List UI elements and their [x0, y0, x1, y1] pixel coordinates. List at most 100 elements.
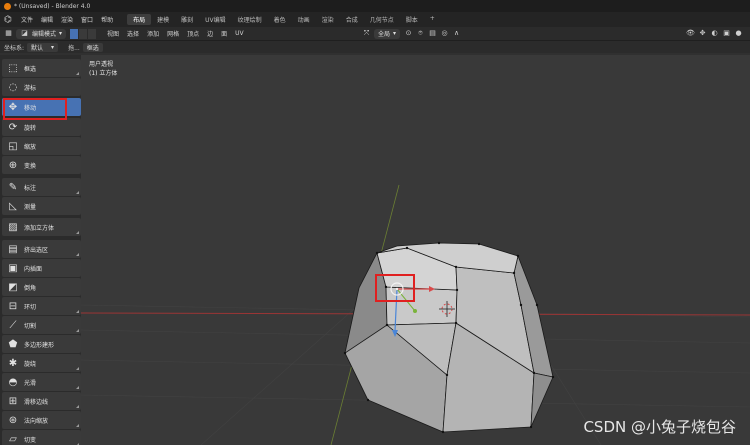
menu-mesh[interactable]: 网格	[163, 29, 183, 38]
tool-poly-build[interactable]: ⬟ 多边形建形	[2, 335, 81, 353]
tool-label: 框选	[24, 65, 37, 73]
snap-icon[interactable]: ⌾	[416, 29, 425, 38]
tool-variants-indicator	[76, 253, 79, 256]
box-select-icon: ⬚	[8, 62, 18, 74]
vertex-select-button[interactable]	[70, 28, 79, 39]
add-cube-icon: ▨	[8, 221, 18, 233]
tool-label: 滑移边线	[24, 398, 49, 406]
tool-measure[interactable]: ◺ 测量	[2, 197, 81, 215]
tool-spin[interactable]: ✱ 旋绕	[2, 354, 81, 372]
tab-animation[interactable]: 动画	[292, 14, 316, 25]
inset-icon: ▣	[8, 262, 18, 274]
drag-value: 框选	[86, 44, 99, 52]
tool-scale[interactable]: ◱ 缩放	[2, 137, 81, 155]
tab-modeling[interactable]: 建模	[151, 14, 175, 25]
shading-solid-icon[interactable]: ●	[734, 29, 743, 38]
tool-shrink-fatten[interactable]: ⊛ 法向缩放	[2, 411, 81, 429]
tool-add-cube[interactable]: ▨ 添加立方体	[2, 218, 81, 236]
title-bar: * (Unsaved) - Blender 4.0	[0, 0, 750, 12]
add-workspace-button[interactable]: +	[424, 14, 441, 25]
poly-build-icon: ⬟	[8, 338, 18, 350]
orientation-icon: ⤧	[363, 29, 370, 37]
tab-geometry-nodes[interactable]: 几何节点	[364, 14, 400, 25]
tool-rotate[interactable]: ⟳ 旋转	[2, 118, 81, 136]
tool-smooth[interactable]: ◓ 光滑	[2, 373, 81, 391]
menu-window[interactable]: 窗口	[77, 15, 97, 24]
tab-shading[interactable]: 着色	[268, 14, 292, 25]
tab-scripting[interactable]: 脚本	[400, 14, 424, 25]
tool-cursor[interactable]: ◌ 游标	[2, 78, 81, 96]
transform-icon: ⊕	[8, 159, 18, 171]
select-mode-group	[70, 28, 97, 39]
tool-variants-indicator	[76, 310, 79, 313]
mesh-object[interactable]	[343, 241, 555, 434]
menu-help[interactable]: 帮助	[97, 15, 117, 24]
window-title: * (Unsaved) - Blender 4.0	[14, 2, 91, 10]
menu-edit[interactable]: 编辑	[37, 15, 57, 24]
tool-edge-slide[interactable]: ⊞ 滑移边线	[2, 392, 81, 410]
overlay-icon[interactable]: ◐	[710, 29, 719, 38]
tab-layout[interactable]: 布局	[127, 14, 152, 25]
edge-select-button[interactable]	[79, 28, 88, 39]
tool-label: 多边形建形	[24, 341, 55, 349]
tool-loop-cut[interactable]: ⊟ 环切	[2, 297, 81, 315]
menu-edge[interactable]: 边	[203, 29, 217, 38]
tool-label: 测量	[24, 203, 37, 211]
pivot-icon[interactable]: ⊙	[404, 29, 413, 38]
gizmo-icon[interactable]: ✥	[698, 29, 707, 38]
tool-bevel[interactable]: ◩ 倒角	[2, 278, 81, 296]
menu-render[interactable]: 渲染	[57, 15, 77, 24]
edge-slide-icon: ⊞	[8, 395, 18, 407]
menu-file[interactable]: 文件	[17, 15, 37, 24]
drag-select[interactable]: 框选	[82, 42, 103, 52]
orientation-select[interactable]: 默认 ▾	[27, 42, 59, 52]
tab-compositing[interactable]: 合成	[340, 14, 364, 25]
menu-view[interactable]: 视图	[103, 29, 123, 38]
tool-variants-indicator	[76, 405, 79, 408]
spin-icon: ✱	[8, 357, 18, 369]
top-menubar: ⌬ 文件 编辑 渲染 窗口 帮助 布局 建模 雕刻 UV编辑 纹理绘制 着色 动…	[0, 12, 750, 27]
tool-label: 切变	[24, 436, 37, 444]
3d-viewport[interactable]: 用户透视 (1) 立方体 CSDN @小兔子烧包谷	[81, 55, 750, 445]
tab-uv-editing[interactable]: UV编辑	[199, 14, 232, 25]
tool-label: 缩放	[24, 143, 37, 151]
tab-texture-paint[interactable]: 纹理绘制	[232, 14, 268, 25]
face-select-button[interactable]	[88, 28, 97, 39]
tool-variants-indicator	[76, 424, 79, 427]
menu-add[interactable]: 添加	[143, 29, 163, 38]
menu-uv[interactable]: UV	[231, 30, 248, 37]
orientation-dropdown[interactable]: 全局 ▾	[374, 28, 401, 39]
tool-inset[interactable]: ▣ 内插面	[2, 259, 81, 277]
move-tool-highlight	[3, 98, 67, 120]
menu-face[interactable]: 面	[217, 29, 231, 38]
menu-vertex[interactable]: 顶点	[183, 29, 203, 38]
falloff-icon[interactable]: ∧	[452, 29, 461, 38]
tool-label: 添加立方体	[24, 224, 55, 232]
tool-shear[interactable]: ▱ 切变	[2, 430, 81, 445]
mode-dropdown[interactable]: ◪ 编辑模式 ▾	[16, 28, 67, 39]
tool-annotate[interactable]: ✎ 标注	[2, 178, 81, 196]
tool-label: 光滑	[24, 379, 37, 387]
tool-transform[interactable]: ⊕ 变换	[2, 156, 81, 174]
tool-label: 法向缩放	[24, 417, 49, 425]
drag-label: 拖...	[68, 44, 80, 52]
menu-select[interactable]: 选择	[123, 29, 143, 38]
chevron-down-icon: ▾	[51, 43, 55, 51]
tab-sculpting[interactable]: 雕刻	[175, 14, 199, 25]
extrude-icon: ▤	[8, 243, 18, 255]
snap-settings-icon[interactable]: ▤	[428, 29, 437, 38]
loop-cut-icon: ⊟	[8, 300, 18, 312]
proportional-edit-icon[interactable]: ◎	[440, 29, 449, 38]
visibility-icon[interactable]: 👁	[686, 29, 695, 38]
tool-knife[interactable]: ⟋ 切割	[2, 316, 81, 334]
tool-select-box[interactable]: ⬚ 框选	[2, 59, 81, 77]
editor-type-icon[interactable]: ▦	[4, 29, 13, 38]
overlay-controls: 👁 ✥ ◐ ▣ ●	[686, 29, 746, 38]
xray-icon[interactable]: ▣	[722, 29, 731, 38]
smooth-icon: ◓	[8, 376, 18, 388]
orientation-label: 坐标系:	[4, 44, 25, 52]
tab-rendering[interactable]: 渲染	[316, 14, 340, 25]
tool-label: 标注	[24, 184, 37, 192]
blender-menu-icon[interactable]: ⌬	[3, 15, 13, 25]
tool-extrude[interactable]: ▤ 挤出选区	[2, 240, 81, 258]
